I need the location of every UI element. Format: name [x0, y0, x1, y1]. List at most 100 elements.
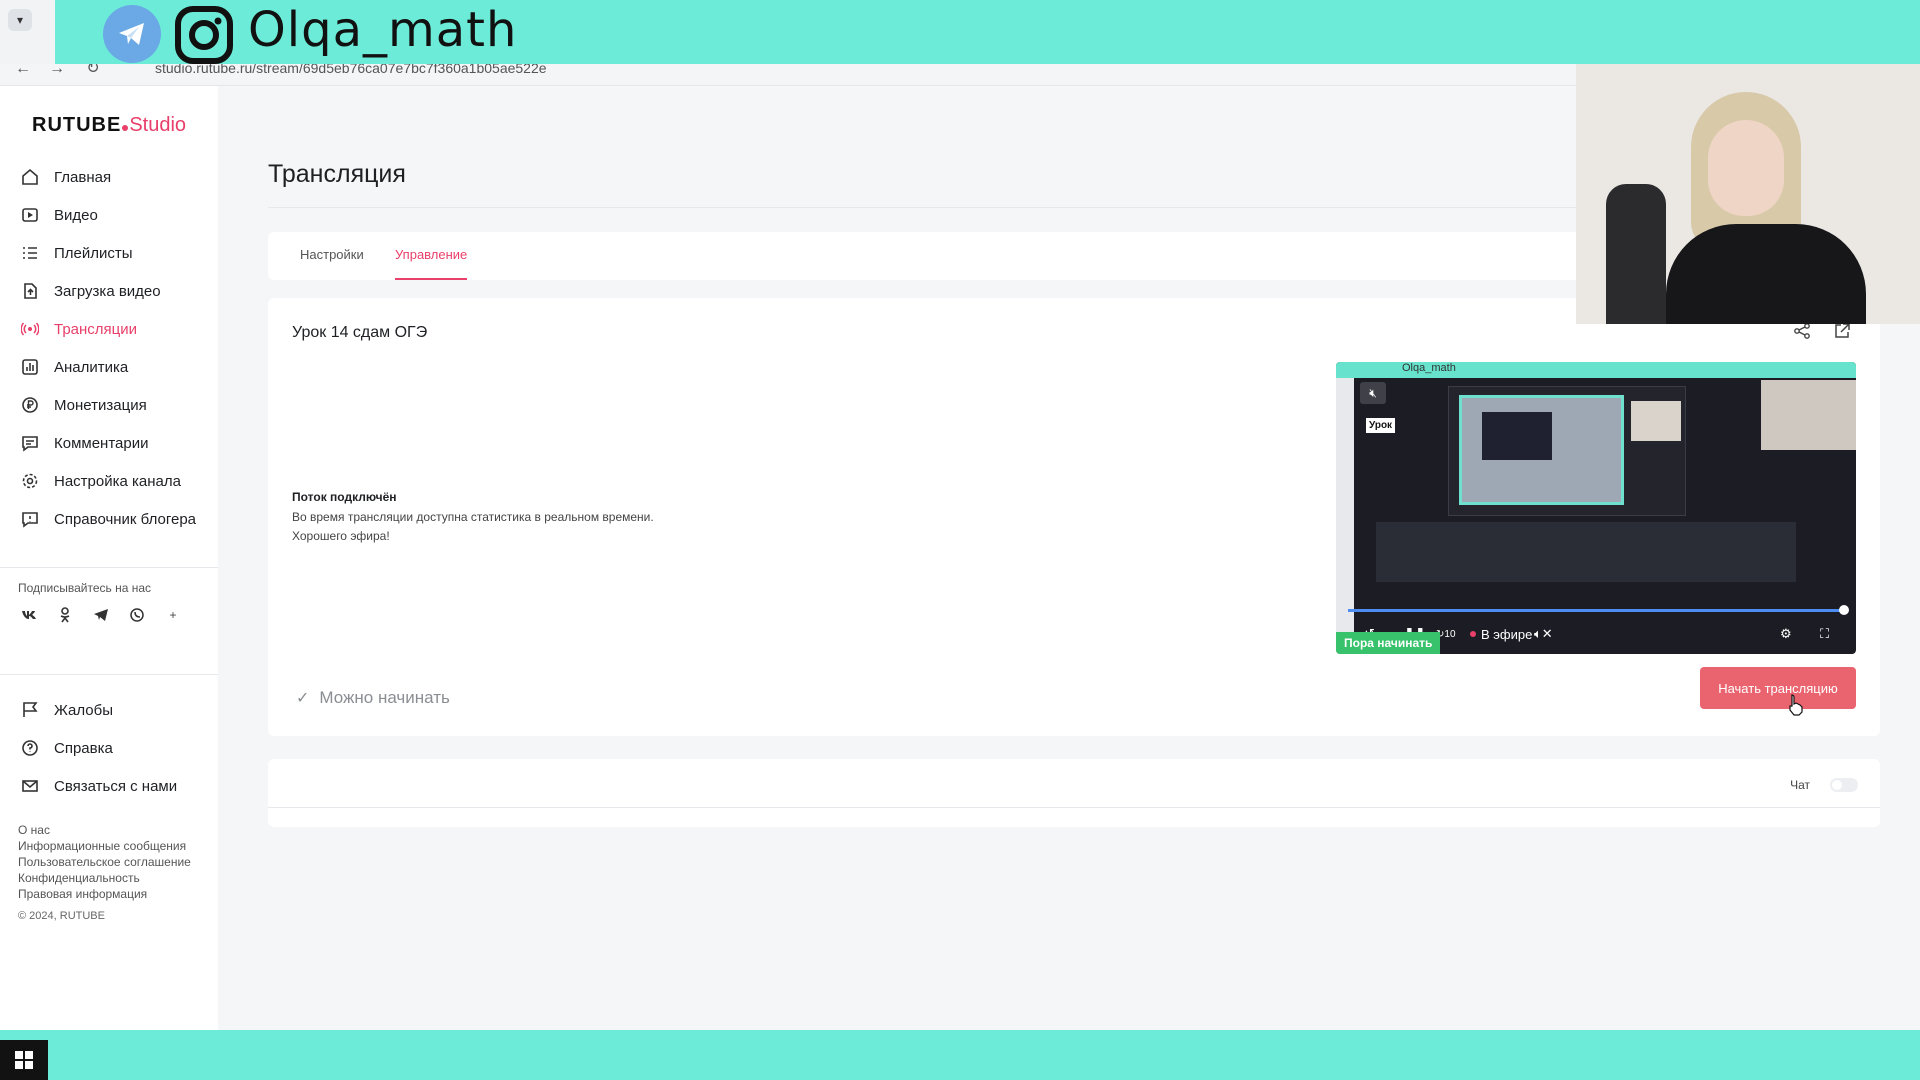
overlay-handle: Olqa_math	[248, 2, 518, 58]
footer-link-terms[interactable]: Пользовательское соглашение	[18, 854, 191, 870]
sidebar-item-playlists[interactable]: Плейлисты	[0, 234, 218, 272]
preview-inner-frame	[1482, 412, 1552, 460]
mute-icon[interactable]: 🔇︎	[1360, 382, 1386, 404]
sidebar-secondary-nav: Жалобы Справка Связаться с нами	[0, 691, 218, 805]
instagram-icon	[174, 5, 234, 65]
tab-settings[interactable]: Настройки	[300, 232, 364, 280]
sidebar-item-blogger-guide[interactable]: Справочник блогера	[0, 500, 218, 538]
preview-handle: Olqa_math	[1402, 362, 1456, 374]
webcam-shirt	[1666, 224, 1866, 324]
sidebar-divider	[0, 674, 218, 675]
stream-preview-player[interactable]: Olqa_math Урок 🔇︎ ↺ ❚❚ ↻10 В эфире	[1336, 362, 1856, 654]
start-time-badge: Пора начинать	[1336, 632, 1441, 654]
plus-icon[interactable]: +	[162, 604, 184, 626]
sidebar-item-channel-settings[interactable]: Настройка канала	[0, 462, 218, 500]
preview-webcam-small	[1631, 401, 1681, 441]
sidebar-item-contact[interactable]: Связаться с нами	[0, 767, 218, 805]
sidebar-item-help[interactable]: Справка	[0, 729, 218, 767]
chat-divider	[268, 807, 1880, 808]
volume-mute-icon[interactable]: 🔈︎✕	[1534, 624, 1553, 644]
chart-icon	[21, 358, 39, 376]
sidebar-item-home[interactable]: Главная	[0, 158, 218, 196]
telegram-icon	[103, 5, 161, 63]
start-stream-button[interactable]: Начать трансляцию	[1700, 667, 1856, 709]
stream-status-title: Поток подключён	[292, 490, 397, 504]
home-icon	[21, 168, 39, 186]
sidebar-item-streams[interactable]: Трансляции	[0, 310, 218, 348]
flag-icon	[21, 701, 39, 719]
subscribe-title: Подписывайтесь на нас	[18, 581, 152, 595]
sidebar-item-label: Аналитика	[54, 358, 129, 376]
preview-nested-screen	[1448, 386, 1686, 516]
preview-inner-window	[1459, 395, 1624, 505]
chevron-down-icon[interactable]: ▾	[8, 9, 32, 31]
question-icon	[21, 739, 39, 757]
settings-icon[interactable]: ⚙︎	[1780, 624, 1792, 644]
footer-link-legal[interactable]: Правовая информация	[18, 886, 191, 902]
sidebar-item-complaints[interactable]: Жалобы	[0, 691, 218, 729]
tab-management[interactable]: Управление	[395, 232, 468, 280]
footer-links: О нас Информационные сообщения Пользоват…	[18, 822, 191, 902]
logo-main: RUTUBE	[32, 114, 122, 136]
overlay-banner-bottom	[0, 1030, 1920, 1080]
logo-studio: Studio	[129, 114, 187, 136]
fullscreen-icon[interactable]: ⛶	[1820, 624, 1829, 644]
footer-link-about[interactable]: О нас	[18, 822, 191, 838]
viber-icon[interactable]	[126, 604, 148, 626]
progress-bar[interactable]	[1348, 609, 1844, 612]
check-icon: ✓	[296, 690, 310, 707]
sidebar-item-analytics[interactable]: Аналитика	[0, 348, 218, 386]
sidebar-item-video[interactable]: Видео	[0, 196, 218, 234]
preview-obs-panels	[1376, 522, 1796, 582]
sidebar-item-upload[interactable]: Загрузка видео	[0, 272, 218, 310]
sidebar: RUTUBE Studio Главная Видео Плейлисты За…	[0, 86, 218, 1030]
sidebar-item-label: Справка	[54, 739, 113, 757]
footer-link-news[interactable]: Информационные сообщения	[18, 838, 191, 854]
sidebar-nav: Главная Видео Плейлисты Загрузка видео Т…	[0, 158, 218, 538]
sidebar-item-label: Загрузка видео	[54, 282, 161, 300]
stream-title: Урок 14 сдам ОГЭ	[292, 324, 428, 341]
windows-icon	[15, 1051, 33, 1069]
windows-start-button[interactable]	[0, 1040, 48, 1080]
preview-lesson-label: Урок	[1366, 418, 1396, 433]
stream-card: Урок 14 сдам ОГЭ Поток подключён Во врем…	[268, 298, 1880, 736]
rutube-studio-logo[interactable]: RUTUBE Studio	[32, 114, 186, 141]
broadcast-icon	[21, 320, 39, 338]
sidebar-item-label: Настройка канала	[54, 472, 181, 490]
stream-status-line: Хорошего эфира!	[292, 529, 390, 543]
sidebar-item-comments[interactable]: Комментарии	[0, 424, 218, 462]
ready-label: Можно начинать	[319, 688, 450, 707]
page-title: Трансляция	[268, 160, 406, 188]
sidebar-item-label: Главная	[54, 168, 112, 186]
preview-sidebar	[1336, 378, 1354, 654]
progress-knob[interactable]	[1839, 605, 1849, 615]
browser-corner: ▾	[0, 0, 55, 64]
mouse-cursor-icon	[1788, 694, 1804, 716]
chat-label: Чат	[1790, 778, 1810, 792]
preview-webcam	[1761, 380, 1856, 450]
logo-dot	[122, 125, 129, 131]
sidebar-item-monetization[interactable]: Монетизация	[0, 386, 218, 424]
ready-indicator: ✓ Можно начинать	[296, 688, 450, 708]
chat-card: Чат	[268, 759, 1880, 827]
stream-status-line: Во время трансляции доступна статистика …	[292, 510, 654, 524]
list-icon	[21, 244, 39, 262]
sidebar-item-label: Видео	[54, 206, 98, 224]
sidebar-item-label: Связаться с нами	[54, 777, 178, 795]
mail-icon	[21, 777, 39, 795]
live-dot	[1470, 631, 1476, 637]
sidebar-item-label: Справочник блогера	[54, 510, 197, 528]
telegram-icon[interactable]	[90, 604, 112, 626]
sidebar-item-label: Монетизация	[54, 396, 147, 414]
footer-link-privacy[interactable]: Конфиденциальность	[18, 870, 191, 886]
overlay-banner-top: ▾ Olqa_math	[0, 0, 1920, 64]
ok-icon[interactable]	[54, 604, 76, 626]
chat-toggle[interactable]	[1830, 778, 1858, 792]
webcam-face	[1708, 120, 1784, 216]
vk-icon[interactable]	[18, 604, 40, 626]
sidebar-item-label: Жалобы	[54, 701, 113, 719]
comment-icon	[21, 434, 39, 452]
sidebar-item-label: Комментарии	[54, 434, 149, 452]
info-icon	[21, 510, 39, 528]
live-indicator: В эфире	[1470, 624, 1532, 644]
